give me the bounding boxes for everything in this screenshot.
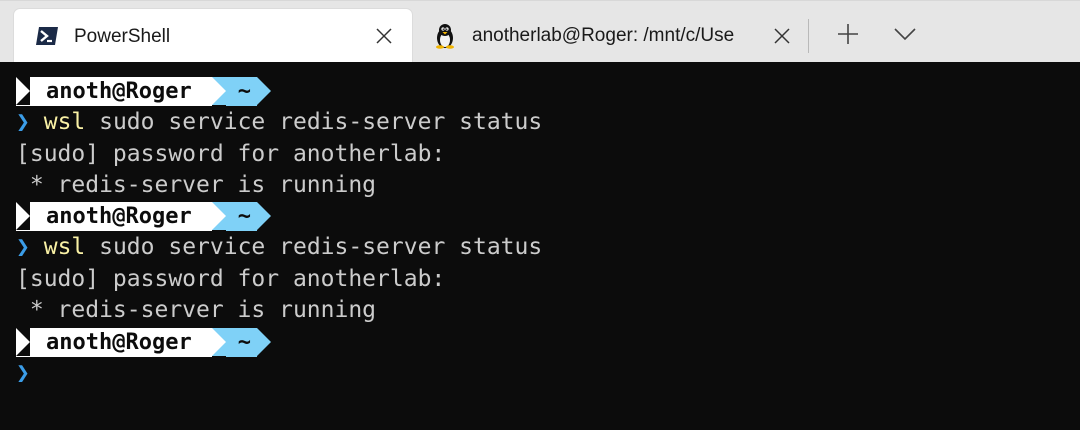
command-arguments: sudo service redis-server status — [85, 234, 543, 260]
tab-wsl[interactable]: anotherlab@Roger: /mnt/c/Use — [414, 9, 802, 63]
tab-dropdown-button[interactable] — [883, 15, 927, 57]
tab-title: anotherlab@Roger: /mnt/c/Use — [472, 25, 735, 46]
close-icon[interactable] — [762, 16, 802, 56]
tab-divider — [808, 19, 809, 53]
prompt-directory: ~ — [225, 202, 257, 231]
linux-penguin-icon — [432, 23, 458, 49]
tab-title: PowerShell — [74, 25, 171, 47]
prompt-user: anoth@Roger — [16, 202, 212, 231]
prompt-chevron: ❯ — [16, 109, 30, 135]
new-tab-button[interactable] — [826, 15, 870, 57]
command-arguments: sudo service redis-server status — [85, 109, 543, 135]
command-line: ❯ — [16, 358, 30, 389]
command-executable: wsl — [43, 109, 86, 135]
output-line: * redis-server is running — [16, 297, 377, 323]
prompt-directory: ~ — [225, 328, 257, 357]
command-executable: wsl — [43, 234, 86, 260]
terminal-pane[interactable]: anoth@Roger ~ ❯ wsl sudo service redis-s… — [0, 62, 1080, 430]
output-line: [sudo] password for anotherlab: — [16, 141, 446, 167]
prompt-segment: anoth@Roger ~ — [16, 328, 271, 357]
plus-icon — [837, 23, 859, 50]
prompt-chevron: ❯ — [16, 360, 30, 386]
title-bar: PowerShell anotherlab@Roger: /mnt/c/Use — [0, 0, 1080, 63]
prompt-user: anoth@Roger — [16, 77, 212, 106]
prompt-segment: anoth@Roger ~ — [16, 77, 271, 106]
prompt-chevron: ❯ — [16, 234, 30, 260]
prompt-directory: ~ — [225, 77, 257, 106]
close-icon[interactable] — [364, 16, 404, 56]
tab-powershell[interactable]: PowerShell — [14, 9, 412, 63]
chevron-down-icon — [894, 27, 916, 46]
prompt-user: anoth@Roger — [16, 328, 212, 357]
command-line: ❯ wsl sudo service redis-server status — [16, 107, 542, 138]
output-line: * redis-server is running — [16, 172, 377, 198]
powershell-icon — [34, 23, 60, 49]
command-line: ❯ wsl sudo service redis-server status — [16, 232, 542, 263]
prompt-segment: anoth@Roger ~ — [16, 202, 271, 231]
output-line: [sudo] password for anotherlab: — [16, 266, 446, 292]
